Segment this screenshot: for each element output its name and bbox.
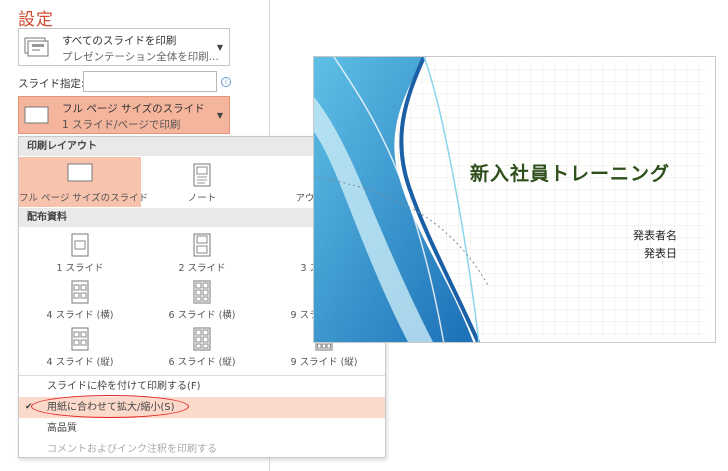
settings-title: 設定 [18, 10, 54, 30]
frame-slides-option[interactable]: スライドに枠を付けて印刷する(F) [19, 376, 385, 397]
layout-notes-option[interactable]: ノート [141, 157, 263, 207]
handout-6v-icon [193, 327, 211, 351]
full-page-slide-icon [24, 106, 49, 124]
highlight-circle [31, 395, 189, 418]
print-range-title: すべてのスライドを印刷 [62, 35, 177, 47]
handout-2-label: 2 スライド [178, 263, 226, 274]
full-page-slide-icon [67, 163, 93, 182]
handout-4-vertical-option[interactable]: 4 スライド (縦) [19, 323, 141, 370]
slide-preview: 新入社員トレーニング 発表者名 発表日 [313, 56, 716, 343]
slide-title: 新入社員トレーニング [470, 163, 671, 185]
handout-4h-label: 4 スライド (横) [46, 310, 114, 321]
slide-presenter: 発表者名 [633, 229, 677, 242]
print-all-slides-icon [24, 37, 49, 57]
slide-range-label: スライド指定: [18, 78, 85, 90]
handout-2-slides-option[interactable]: 2 スライド [141, 229, 263, 276]
handout-4h-icon [71, 280, 89, 304]
print-comments-option: コメントおよびインク注釈を印刷する [47, 444, 217, 455]
handout-4-horizontal-option[interactable]: 4 スライド (横) [19, 276, 141, 323]
handout-6v-label: 6 スライド (縦) [168, 357, 236, 368]
layout-full-page-option[interactable]: フル ページ サイズのスライド [19, 157, 149, 207]
high-quality-option[interactable]: 高品質 [19, 418, 385, 439]
handout-1-slide-option[interactable]: 1 スライド [19, 229, 141, 276]
info-icon[interactable]: i [221, 77, 231, 87]
layout-notes-label: ノート [187, 193, 217, 204]
handout-6h-icon [193, 280, 211, 304]
scale-to-fit-option[interactable]: ✔ 用紙に合わせて拡大/縮小(S) [19, 395, 385, 418]
handout-4v-label: 4 スライド (縦) [46, 357, 114, 368]
print-layout-dropdown[interactable]: フル ページ サイズのスライド 1 スライド/ページで印刷 ▼ [18, 96, 230, 134]
handout-6-vertical-option[interactable]: 6 スライド (縦) [141, 323, 263, 370]
print-layout-title: フル ページ サイズのスライド [62, 103, 205, 115]
print-range-dropdown[interactable]: すべてのスライドを印刷 プレゼンテーション全体を印刷... ▼ [18, 28, 230, 66]
slide-background [314, 57, 715, 342]
slide-range-input[interactable] [83, 71, 217, 92]
print-layout-subtitle: 1 スライド/ページで印刷 [62, 119, 181, 131]
dropdown-arrow-icon: ▼ [216, 111, 223, 120]
notes-page-icon [193, 163, 211, 187]
layout-full-page-label: フル ページ サイズのスライド [19, 193, 149, 204]
handout-6h-label: 6 スライド (横) [168, 310, 236, 321]
handout-9v-label: 9 スライド (縦) [290, 357, 358, 368]
handout-2-icon [193, 233, 211, 257]
handout-4v-icon [71, 327, 89, 351]
handout-6-horizontal-option[interactable]: 6 スライド (横) [141, 276, 263, 323]
slide-date: 発表日 [644, 247, 677, 260]
dropdown-arrow-icon: ▼ [216, 43, 223, 52]
handout-1-icon [71, 233, 89, 257]
handout-1-label: 1 スライド [56, 263, 104, 274]
print-range-subtitle: プレゼンテーション全体を印刷... [62, 51, 219, 63]
